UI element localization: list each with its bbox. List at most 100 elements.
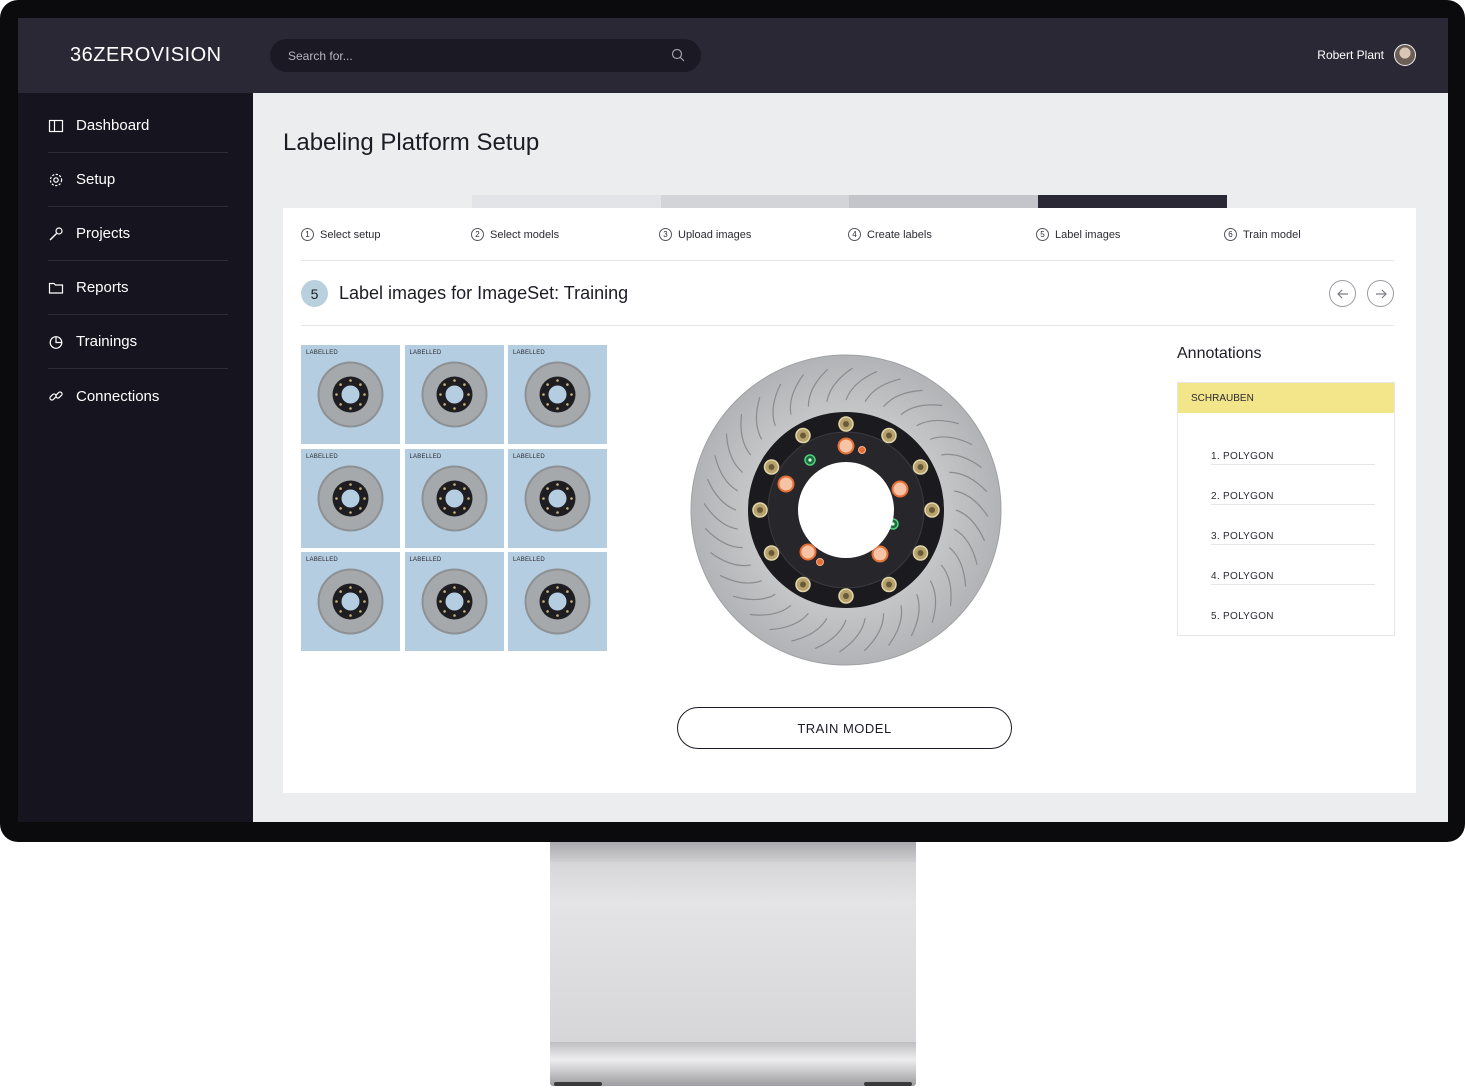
sidebar-item-dashboard[interactable]: Dashboard [48,99,228,153]
section-number-badge: 5 [301,280,328,307]
thumbnail-status-label: LABELLED [513,557,545,563]
annotations-title: Annotations [1177,345,1262,362]
image-thumbnail[interactable]: LABELLED [301,448,400,548]
image-thumbnail[interactable]: LABELLED [301,552,400,651]
progress-segment-1 [283,195,472,208]
sidebar-item-label: Projects [76,225,131,242]
image-thumbnail[interactable]: LABELLED [404,448,504,548]
sidebar-item-label: Dashboard [76,117,150,134]
train-model-button[interactable]: TRAIN MODEL [677,707,1012,749]
image-thumbnail[interactable]: LABELLED [508,448,607,548]
annotation-item[interactable]: 5. POLYGON [1211,585,1375,625]
user-menu[interactable]: Robert Plant [1317,44,1416,66]
section-header: 5 Label images for ImageSet: Training [301,280,1394,326]
setup-card: 1 Select setup 2 Select models 3 Upload … [283,208,1416,793]
search-input[interactable] [288,39,658,72]
search-icon[interactable] [671,48,685,62]
thumbnail-status-label: LABELLED [306,453,338,460]
sidebar-item-label: Setup [76,171,116,188]
pie-chart-icon [49,335,63,349]
step-upload-images[interactable]: 3 Upload images [659,228,751,241]
image-thumbnail[interactable]: LABELLED [301,345,400,444]
brand-logo[interactable]: 36ZEROVISION [70,44,222,67]
thumbnail-status-label: LABELLED [513,453,545,460]
image-thumbnail[interactable]: LABELLED [404,552,504,651]
brake-disc-thumbnail [421,568,487,635]
brake-disc-thumbnail [524,361,591,428]
image-thumbnail[interactable]: LABELLED [404,345,504,444]
step-select-setup[interactable]: 1 Select setup [301,228,381,241]
step-train-model[interactable]: 6 Train model [1224,228,1301,241]
page-title: Labeling Platform Setup [283,129,540,156]
annotations-panel: SCHRAUBEN 1. POLYGON 2. POLYGON 3. POLYG… [1177,382,1395,636]
brake-disc-thumbnail [421,361,487,428]
top-bar: 36ZEROVISION Robert Plant [18,18,1448,93]
step-label: Train model [1243,228,1301,241]
arrow-right-icon [1375,289,1387,298]
annotation-item[interactable]: 1. POLYGON [1211,425,1375,465]
step-label: Select models [490,228,560,241]
sidebar-item-label: Trainings [76,333,138,350]
progress-segment-6 [1227,195,1416,208]
user-name: Robert Plant [1317,48,1384,62]
sidebar: Dashboard Setup Projects Reports Trainin… [18,93,253,822]
step-label: Create labels [867,228,932,241]
step-number: 1 [301,228,314,241]
progress-segment-2 [471,195,661,208]
image-thumbnail[interactable]: LABELLED [508,552,607,651]
stepper: 1 Select setup 2 Select models 3 Upload … [301,228,1394,261]
thumbnail-status-label: LABELLED [306,557,338,563]
step-label-images[interactable]: 5 Label images [1036,228,1120,241]
progress-segment-3 [660,195,850,208]
step-number: 3 [659,228,672,241]
step-select-models[interactable]: 2 Select models [471,228,559,241]
progress-segment-5 [1038,195,1228,208]
step-create-labels[interactable]: 4 Create labels [848,228,932,241]
progress-segment-4 [849,195,1039,208]
sidebar-item-setup[interactable]: Setup [48,153,228,207]
step-number: 5 [1036,228,1049,241]
brake-disc-thumbnail [317,568,384,635]
step-number: 2 [471,228,484,241]
arrow-left-icon [1336,289,1348,298]
brake-disc-thumbnail [421,465,487,531]
brake-disc-image[interactable] [690,354,1002,666]
step-label: Select setup [320,228,381,241]
brake-disc-thumbnail [317,465,384,531]
annotation-item[interactable]: 4. POLYGON [1211,545,1375,585]
monitor-frame: 36ZEROVISION Robert Plant Dashboard [0,0,1465,842]
step-progress-bar [283,195,1416,208]
brake-disc-thumbnail [317,361,384,428]
avatar[interactable] [1394,44,1416,66]
step-number: 6 [1224,228,1237,241]
thumbnail-status-label: LABELLED [409,557,442,563]
sidebar-item-label: Reports [76,279,129,296]
wrench-icon [49,226,63,240]
image-canvas[interactable] [690,354,1002,666]
sidebar-item-label: Connections [76,387,160,405]
sidebar-item-projects[interactable]: Projects [48,207,228,261]
annotation-item[interactable]: 3. POLYGON [1211,505,1375,545]
sidebar-item-connections[interactable]: Connections [48,369,228,423]
image-thumbnail[interactable]: LABELLED [508,345,607,444]
main-content: Labeling Platform Setup 1 Select setup 2 [253,93,1448,822]
brake-disc-thumbnail [524,568,591,635]
monitor-stand [550,842,916,1042]
app-screen: 36ZEROVISION Robert Plant Dashboard [18,18,1448,822]
step-label: Upload images [678,228,752,241]
step-label: Label images [1055,228,1121,241]
thumbnail-status-label: LABELLED [409,350,442,356]
annotation-label-schrauben[interactable]: SCHRAUBEN [1178,383,1394,413]
annotation-item[interactable]: 2. POLYGON [1211,465,1375,505]
sidebar-item-reports[interactable]: Reports [48,261,228,315]
thumbnail-status-label: LABELLED [306,350,338,356]
monitor-stand-base [550,1042,916,1086]
next-button[interactable] [1367,280,1394,307]
search-bar[interactable] [270,39,701,72]
gear-icon [49,173,63,186]
link-icon [49,391,63,401]
previous-button[interactable] [1329,280,1356,307]
layout-icon [48,119,64,132]
brake-disc-thumbnail [524,465,591,531]
sidebar-item-trainings[interactable]: Trainings [48,315,228,369]
